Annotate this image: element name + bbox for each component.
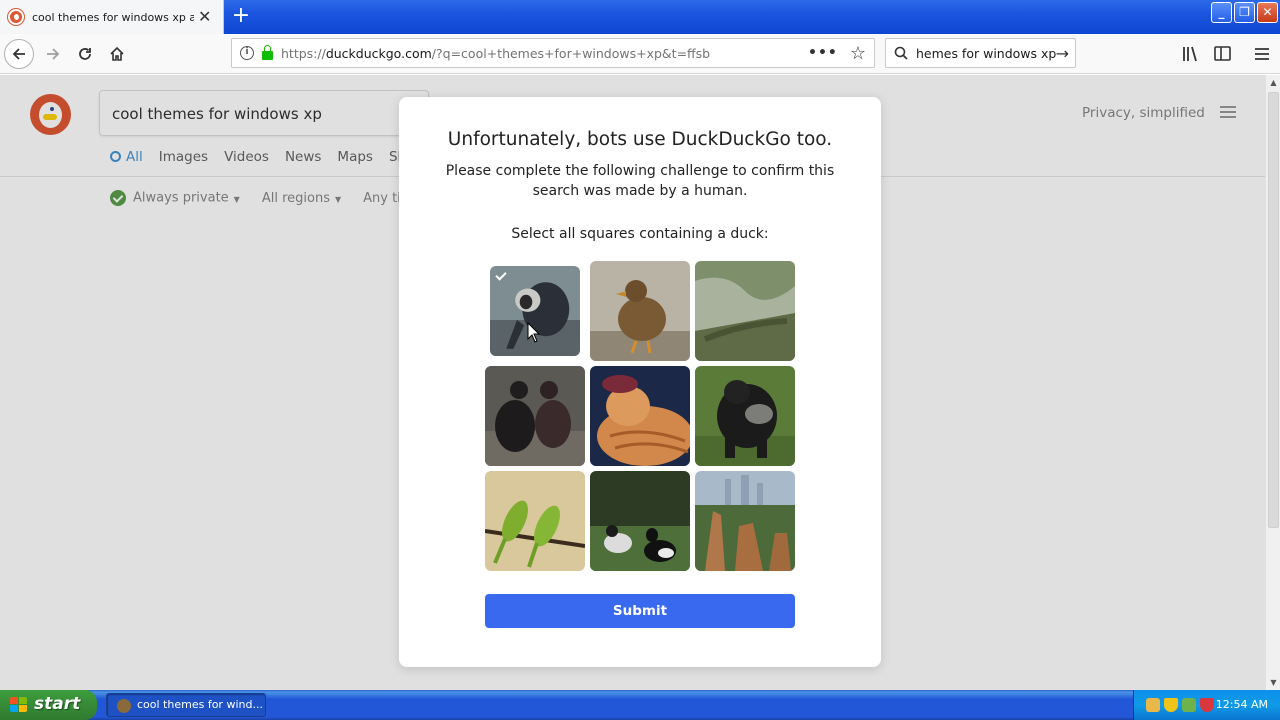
tray-clock[interactable]: 12:54 AM [1216, 698, 1268, 711]
challenge-tile-ducks-water[interactable] [590, 471, 690, 571]
window-close-button[interactable]: ✕ [1257, 2, 1278, 23]
taskbar-window-label: cool themes for wind... [137, 698, 263, 711]
tab-close-icon[interactable]: ✕ [198, 9, 211, 25]
bookmark-star-icon[interactable]: ☆ [850, 43, 866, 64]
browser-search-box[interactable]: hemes for windows xp → [885, 38, 1076, 68]
cat-image [590, 366, 690, 466]
tab-title: cool themes for windows xp at DuckDuckGo [32, 10, 194, 24]
home-button[interactable] [102, 39, 132, 69]
challenge-instruction: Select all squares containing a duck: [511, 226, 769, 242]
search-icon [894, 46, 908, 60]
challenge-subtitle: Please complete the following challenge … [445, 163, 835, 199]
mouse-cursor-icon [527, 322, 541, 343]
forward-arrow-icon [47, 48, 60, 60]
url-host: duckduckgo.com [325, 45, 432, 61]
url-path: /?q=cool+themes+for+windows+xp&t=ffsb [431, 45, 711, 61]
address-bar[interactable]: i https://duckduckgo.com/?q=cool+themes+… [231, 38, 875, 68]
challenge-tile-cat[interactable] [590, 366, 690, 466]
windows-taskbar: start cool themes for wind... 12:54 AM [0, 690, 1280, 720]
start-label: start [34, 694, 81, 714]
system-tray: 12:54 AM [1133, 690, 1280, 720]
duckduckgo-favicon-icon [8, 9, 24, 25]
browser-search-query[interactable]: hemes for windows xp [916, 46, 1056, 61]
reload-button[interactable] [70, 39, 100, 69]
gorilla-image [695, 366, 795, 466]
forward-button[interactable] [38, 39, 68, 69]
home-icon [110, 46, 124, 61]
taskbar-firefox-window-button[interactable]: cool themes for wind... [106, 693, 266, 717]
secure-lock-icon [262, 44, 273, 60]
reload-icon [79, 48, 91, 60]
challenge-tile-duck[interactable] [590, 261, 690, 361]
windows-flag-icon [10, 697, 28, 713]
browser-tab[interactable]: cool themes for windows xp at DuckDuckGo… [0, 0, 224, 34]
start-button[interactable]: start [0, 690, 97, 720]
scrollbar-thumb[interactable] [1268, 92, 1279, 528]
challenge-tile-gorilla[interactable] [695, 366, 795, 466]
back-button[interactable] [4, 39, 34, 69]
update-tray-icon[interactable] [1182, 698, 1196, 712]
site-info-icon[interactable]: i [240, 46, 254, 60]
browser-titlebar: cool themes for windows xp at DuckDuckGo… [0, 0, 1280, 34]
url-scheme: https:// [281, 45, 326, 61]
window-minimize-button[interactable]: _ [1211, 2, 1232, 23]
challenge-title: Unfortunately, bots use DuckDuckGo too. [447, 129, 833, 150]
parrots-image [485, 471, 585, 571]
challenge-tile-ducks[interactable] [485, 366, 585, 466]
library-icon[interactable] [1181, 44, 1201, 64]
window-maximize-button[interactable]: ❐ [1234, 2, 1255, 23]
bot-challenge-dialog: Unfortunately, bots use DuckDuckGo too. … [399, 97, 881, 667]
back-arrow-icon [12, 48, 25, 60]
vertical-scrollbar[interactable]: ▲ ▼ [1265, 75, 1280, 690]
navigation-toolbar: i https://duckduckgo.com/?q=cool+themes+… [0, 34, 1280, 74]
page-actions-menu-icon[interactable]: ••• [808, 45, 838, 61]
scroll-up-arrow-icon[interactable]: ▲ [1266, 75, 1280, 90]
app-menu-icon[interactable] [1252, 44, 1272, 64]
giraffes-image [695, 471, 795, 571]
new-tab-button[interactable]: + [228, 4, 254, 30]
antivirus-tray-icon[interactable] [1200, 698, 1214, 712]
challenge-tile-parrots[interactable] [485, 471, 585, 571]
submit-button[interactable]: Submit [485, 594, 795, 628]
scroll-down-arrow-icon[interactable]: ▼ [1266, 675, 1280, 690]
firefox-app-icon [117, 699, 131, 713]
security-shield-tray-icon[interactable] [1164, 698, 1178, 712]
tufted-ducks-image [590, 471, 690, 571]
sidebar-toggle-icon[interactable] [1213, 44, 1233, 64]
network-tray-icon[interactable] [1146, 698, 1160, 712]
iguana-image [695, 261, 795, 361]
challenge-tile-giraffes[interactable] [695, 471, 795, 571]
url-text[interactable]: https://duckduckgo.com/?q=cool+themes+fo… [281, 46, 801, 61]
dark-ducks-image [485, 366, 585, 466]
challenge-tile-iguana[interactable] [695, 261, 795, 361]
search-go-arrow-icon[interactable]: → [1056, 44, 1069, 63]
duck-image [590, 261, 690, 361]
